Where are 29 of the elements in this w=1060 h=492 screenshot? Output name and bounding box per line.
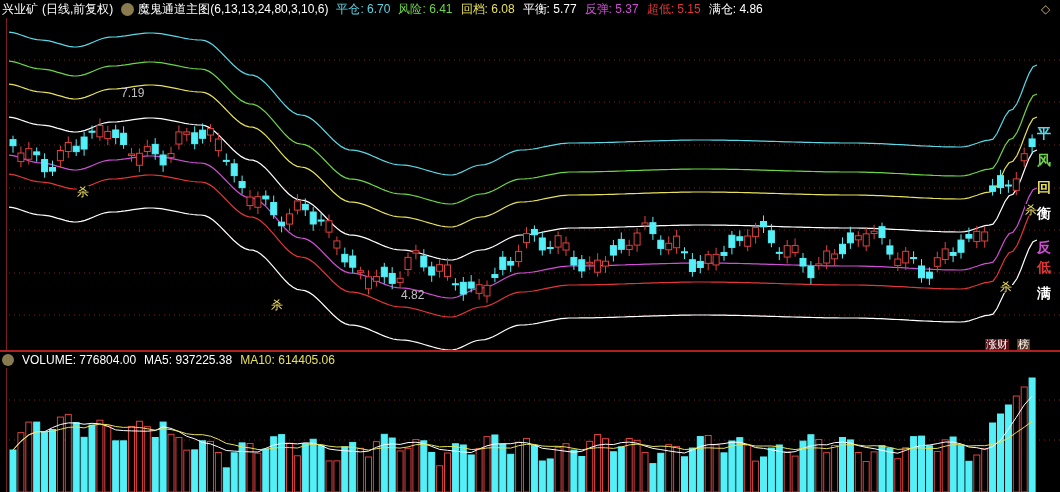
price-label: 4.82 <box>401 287 425 304</box>
indicator-value: 平仓: 6.70 <box>336 1 391 18</box>
line-label: 风 <box>1037 153 1051 167</box>
info-tag[interactable]: 涨财 <box>985 339 1009 350</box>
indicator-value: 平衡: 5.77 <box>522 1 577 18</box>
volume-value: VOLUME: 776804.00 <box>22 352 137 369</box>
sell-signal: 杀 <box>77 186 89 198</box>
indicator-value: 超低: 5.15 <box>646 1 701 18</box>
line-label: 衡 <box>1037 206 1051 220</box>
info-tag[interactable]: 榜 <box>1017 339 1030 350</box>
indicator-value: 风险: 6.41 <box>398 1 453 18</box>
line-label: 满 <box>1037 286 1051 300</box>
indicator-name: 魔鬼通道主图(6,13,13,24,80,3,10,6) <box>138 1 329 18</box>
indicator-value: 满仓: 4.86 <box>708 1 763 18</box>
line-label: 平 <box>1037 126 1051 140</box>
corner-button[interactable]: ◇ <box>1041 0 1050 18</box>
line-label: 回 <box>1037 180 1051 194</box>
sell-signal: 杀 <box>1025 204 1037 216</box>
price-label: 7.19 <box>121 85 145 102</box>
volume-value: MA10: 614405.06 <box>240 352 335 369</box>
stock-name: 兴业矿 <box>2 1 38 18</box>
volume-value: MA5: 937225.38 <box>144 352 233 369</box>
indicator-value: 回档: 6.08 <box>460 1 515 18</box>
line-label: 低 <box>1037 260 1051 274</box>
period-label: (日线,前复权) <box>42 1 114 18</box>
line-label: 反 <box>1037 240 1051 254</box>
indicator-value: 反弹: 5.37 <box>584 1 639 18</box>
sell-signal: 杀 <box>1000 281 1012 293</box>
sell-signal: 杀 <box>271 299 283 311</box>
